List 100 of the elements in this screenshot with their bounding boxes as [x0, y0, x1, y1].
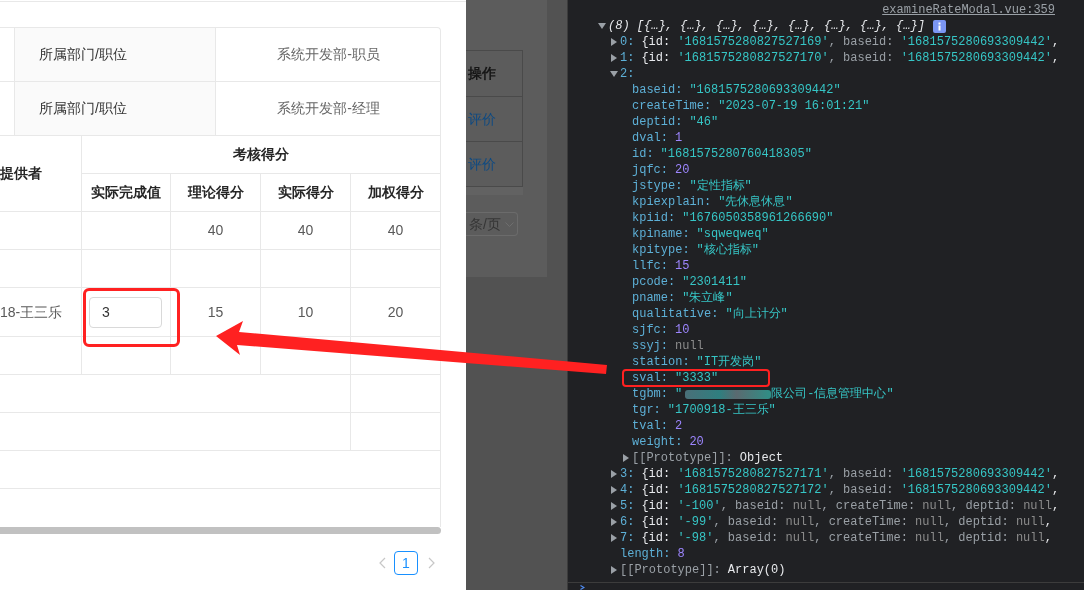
property-value: 8 — [677, 546, 685, 562]
property-key: deptid: — [632, 114, 683, 130]
property-key: ssyj: — [632, 338, 668, 354]
column-header: 理论得分 — [171, 174, 261, 212]
property-key: pcode: — [632, 274, 676, 290]
property-key[interactable]: 5: — [620, 498, 635, 514]
property-key: weight: — [632, 434, 683, 450]
field-value: 系统开发部-职员 — [216, 28, 441, 82]
disclosure-triangle-icon[interactable] — [610, 486, 618, 494]
object-preview: {id: '1681575280827527170', baseid: '1681575280693309442', — [641, 50, 1060, 66]
disclosure-triangle-icon[interactable] — [610, 566, 618, 574]
property-key: kpiname: — [632, 226, 690, 242]
property-key[interactable]: 1: — [620, 50, 635, 66]
object-preview: {id: '-99', baseid: null, createTime: null, deptid: null, — [641, 514, 1052, 530]
disclosure-triangle-icon[interactable] — [610, 38, 618, 46]
property-value: "向上计分" — [725, 306, 788, 322]
property-key: sval: — [632, 370, 668, 386]
property-value: "2023-07-19 16:01:21" — [718, 98, 870, 114]
disclosure-triangle-icon[interactable] — [622, 454, 630, 462]
property-value: "定性指标" — [689, 178, 752, 194]
property-key: kpiid: — [632, 210, 676, 226]
property-key: jqfc: — [632, 162, 668, 178]
property-key: length: — [620, 546, 671, 562]
column-group-header: 考核得分 — [82, 136, 441, 174]
property-key: tgbm: — [632, 386, 668, 402]
property-key[interactable]: 3: — [620, 466, 635, 482]
column-header: 实际得分 — [261, 174, 351, 212]
property-value: 15 — [675, 258, 690, 274]
property-value: "2301411" — [682, 274, 748, 290]
column-header: 实际完成值 — [82, 174, 171, 212]
field-label: 所属部门/职位 — [15, 82, 216, 136]
property-value: "1700918-王三乐" — [667, 402, 776, 418]
disclosure-triangle-icon[interactable] — [610, 54, 618, 62]
property-value: 限公司-信息管理中心" — [771, 386, 894, 402]
property-key: station: — [632, 354, 690, 370]
column-header: 操作 — [466, 50, 523, 97]
disclosure-triangle-icon[interactable] — [598, 22, 606, 30]
property-key: pname: — [632, 290, 676, 306]
info-icon[interactable] — [932, 19, 946, 33]
table-cell: 18-王三乐 — [0, 288, 82, 337]
property-value: "IT开发岗" — [696, 354, 762, 370]
field-label: 所属部门/职位 — [15, 28, 216, 82]
property-key[interactable]: 4: — [620, 482, 635, 498]
property-key[interactable]: [[Prototype]]: — [632, 450, 733, 466]
property-value: Object — [739, 450, 784, 466]
horizontal-scrollbar[interactable] — [466, 187, 523, 195]
disclosure-triangle-icon[interactable] — [610, 518, 618, 526]
disclosure-triangle-icon[interactable] — [610, 534, 618, 542]
quote-mark: " — [675, 386, 683, 402]
property-key: tgr: — [632, 402, 661, 418]
property-key[interactable]: 6: — [620, 514, 635, 530]
table-cell: 20 — [351, 288, 441, 337]
array-summary[interactable]: (8) [{…}, {…}, {…}, {…}, {…}, {…}, {…}, {…}] — [608, 18, 925, 34]
property-key: baseid: — [632, 82, 683, 98]
object-preview: {id: '1681575280827527172', baseid: '1681575280693309442', — [641, 482, 1060, 498]
property-key: kpiexplain: — [632, 194, 712, 210]
property-value: 2 — [675, 418, 683, 434]
property-value: 1 — [675, 130, 683, 146]
property-key[interactable]: 0: — [620, 34, 635, 50]
property-key: kpitype: — [632, 242, 690, 258]
column-header: 提供者 — [0, 136, 82, 212]
property-key[interactable]: 2: — [620, 66, 635, 82]
disclosure-triangle-icon[interactable] — [610, 502, 618, 510]
property-value: null — [675, 338, 704, 354]
disclosure-triangle-icon[interactable] — [610, 70, 618, 78]
property-key: jstype: — [632, 178, 683, 194]
source-link[interactable]: examineRateModal.vue:359 — [882, 2, 1055, 18]
property-key: dval: — [632, 130, 668, 146]
property-key: sjfc: — [632, 322, 668, 338]
completion-input[interactable]: 3 — [89, 296, 162, 328]
property-key: id: — [632, 146, 654, 162]
property-value: "核心指标" — [696, 242, 759, 258]
object-preview: {id: '-100', baseid: null, createTime: null, deptid: null, — [641, 498, 1060, 514]
horizontal-scrollbar[interactable] — [0, 527, 441, 534]
property-value: "1681575280760418305" — [660, 146, 812, 162]
property-key: tval: — [632, 418, 668, 434]
property-value: "sqweqweq" — [696, 226, 769, 242]
object-preview: {id: '1681575280827527169', baseid: '1681575280693309442', — [641, 34, 1060, 50]
property-value: 10 — [675, 322, 690, 338]
property-key[interactable]: 7: — [620, 530, 635, 546]
property-value: "46" — [689, 114, 719, 130]
property-value: "朱立峰" — [682, 290, 733, 306]
table-cell: 40 — [261, 212, 351, 250]
property-value: 20 — [689, 434, 704, 450]
property-key: qualitative: — [632, 306, 719, 322]
column-header: 加权得分 — [351, 174, 441, 212]
property-value: "1681575280693309442" — [689, 82, 841, 98]
object-preview: {id: '-98', baseid: null, createTime: null, deptid: null, — [641, 530, 1052, 546]
property-key[interactable]: [[Prototype]]: — [620, 562, 721, 578]
property-value: Array(0) — [727, 562, 786, 578]
property-value: 20 — [675, 162, 690, 178]
disclosure-triangle-icon[interactable] — [610, 470, 618, 478]
prompt-icon — [580, 585, 585, 590]
field-value: 系统开发部-经理 — [216, 82, 441, 136]
property-key: llfc: — [632, 258, 668, 274]
property-value: "3333" — [675, 370, 719, 386]
property-key: createTime: — [632, 98, 712, 114]
property-value: "先休息休息" — [718, 194, 793, 210]
table-cell: 40 — [351, 212, 441, 250]
table-cell: 40 — [171, 212, 261, 250]
